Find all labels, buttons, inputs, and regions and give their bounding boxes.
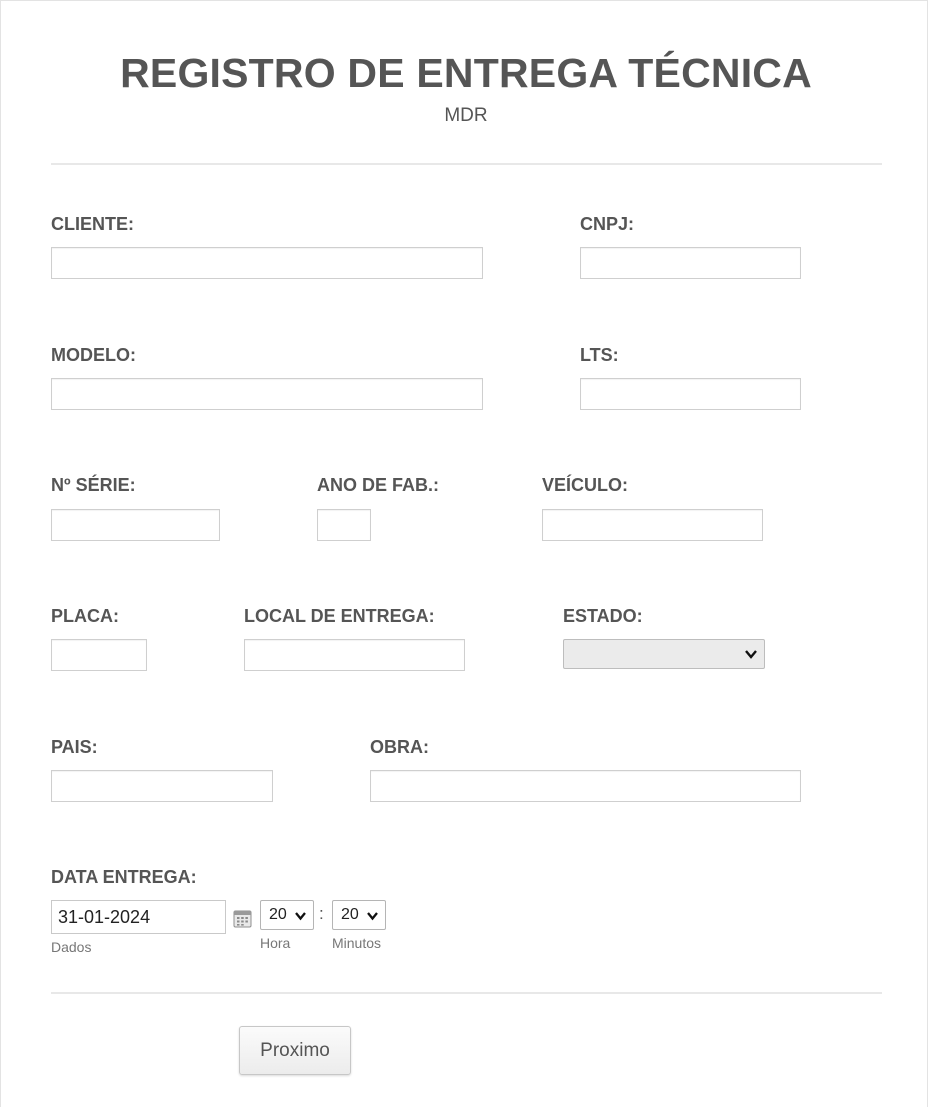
veiculo-input[interactable] [542, 509, 763, 541]
footer-divider [51, 992, 882, 994]
cnpj-label: CNPJ: [580, 214, 635, 234]
minute-sublabel: Minutos [332, 935, 382, 951]
placa-label: PLACA: [51, 606, 119, 626]
next-button[interactable]: Proximo [239, 1026, 351, 1075]
pais-input[interactable] [51, 770, 273, 802]
modelo-label: MODELO: [51, 345, 136, 365]
cliente-input[interactable] [51, 247, 483, 279]
form-title: REGISTRO DE ENTREGA TÉCNICA [120, 50, 812, 96]
serie-label: Nº SÉRIE: [51, 475, 136, 495]
time-separator: : [319, 904, 324, 923]
modelo-input[interactable] [51, 378, 483, 410]
cliente-label: CLIENTE: [51, 214, 134, 234]
calendar-icon[interactable] [233, 909, 252, 928]
hour-select[interactable]: 20 [260, 900, 314, 930]
lts-input[interactable] [580, 378, 801, 410]
date-sublabel: Dados [51, 939, 92, 955]
data-entrega-label: DATA ENTREGA: [51, 867, 197, 887]
minute-select[interactable]: 20 [332, 900, 386, 930]
date-input[interactable]: 31-01-2024 [51, 900, 226, 934]
form-page: REGISTRO DE ENTREGA TÉCNICA MDR CLIENTE:… [0, 0, 928, 1107]
veiculo-label: VEÍCULO: [542, 475, 629, 495]
local-entrega-label: LOCAL DE ENTREGA: [244, 606, 435, 626]
hour-value: 20 [269, 906, 287, 923]
placa-input[interactable] [51, 639, 147, 671]
header-divider [51, 163, 882, 165]
obra-input[interactable] [370, 770, 801, 802]
ano-fab-label: ANO DE FAB.: [317, 475, 440, 495]
cnpj-input[interactable] [580, 247, 801, 279]
lts-label: LTS: [580, 345, 619, 365]
local-entrega-input[interactable] [244, 639, 465, 671]
chevron-down-icon [367, 912, 378, 921]
pais-label: PAIS: [51, 737, 98, 757]
obra-label: OBRA: [370, 737, 429, 757]
minute-value: 20 [341, 906, 359, 923]
chevron-down-icon [295, 912, 306, 921]
ano-fab-input[interactable] [317, 509, 371, 541]
estado-label: ESTADO: [563, 606, 643, 626]
form-subtitle: MDR [444, 105, 488, 126]
serie-input[interactable] [51, 509, 220, 541]
estado-select[interactable] [563, 639, 765, 669]
chevron-down-icon [745, 650, 757, 659]
hour-sublabel: Hora [260, 935, 291, 951]
